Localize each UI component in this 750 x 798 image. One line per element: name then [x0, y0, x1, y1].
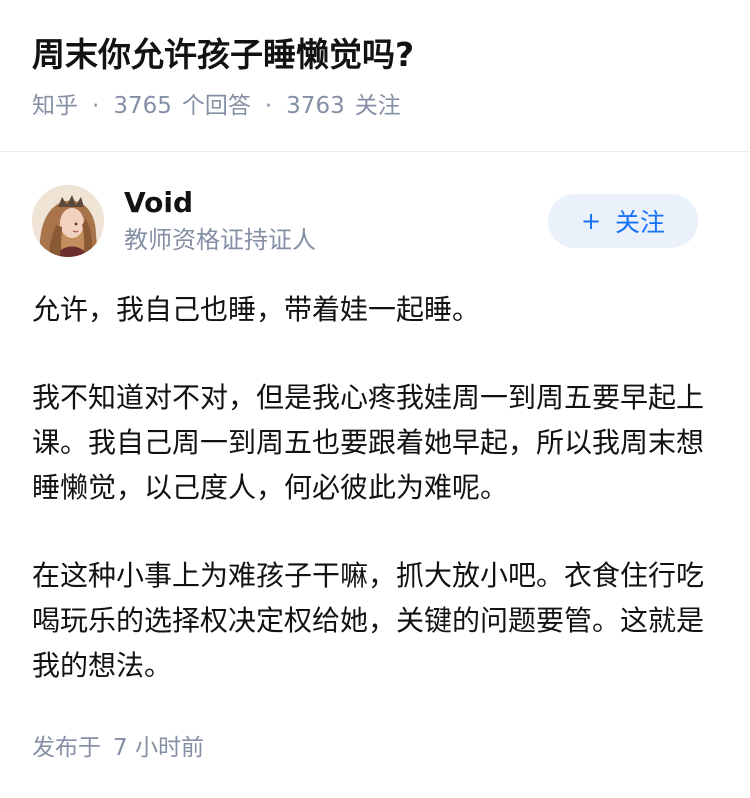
meta-separator: · [92, 93, 100, 119]
divider [0, 151, 750, 152]
publish-prefix: 发布于 [32, 735, 101, 761]
answer-paragraph: 在这种小事上为难孩子干嘛，抓大放小吧。衣食住行吃喝玩乐的选择权决定权给她，关键的… [32, 559, 705, 682]
follow-button[interactable]: + 关注 [548, 194, 698, 248]
answer-paragraph: 我不知道对不对，但是我心疼我娃周一到周五要早起上课。我自己周一到周五也要跟着她早… [32, 381, 705, 504]
follow-button-label: 关注 [615, 208, 666, 237]
answer-count-label: 个回答 [181, 93, 251, 119]
answer-body: 允许，我自己也睡，带着娃一起睡。 我不知道对不对，但是我心疼我娃周一到周五要早起… [32, 287, 712, 731]
publish-time: 发布于 7 小时前 [32, 732, 204, 764]
avatar[interactable] [32, 185, 104, 257]
author-row: Void 教师资格证持证人 + 关注 [32, 183, 698, 259]
plus-icon: + [580, 207, 602, 235]
meta-separator: · [264, 93, 273, 119]
publish-time-value: 7 小时前 [113, 735, 204, 761]
avatar-portrait-icon [32, 185, 104, 257]
follow-count-label: 关注 [354, 93, 401, 119]
question-header: 周末你允许孩子睡懒觉吗? 知乎 · 3765 个回答 · 3763 关注 [0, 0, 750, 120]
question-meta: 知乎 · 3765 个回答 · 3763 关注 [32, 90, 718, 122]
answer-paragraph: 允许，我自己也睡，带着娃一起睡。 [32, 293, 481, 326]
follow-count: 3763 [286, 93, 345, 119]
question-title[interactable]: 周末你允许孩子睡懒觉吗? [32, 32, 718, 78]
answer-count: 3765 [113, 93, 172, 119]
source-label[interactable]: 知乎 [32, 90, 78, 122]
